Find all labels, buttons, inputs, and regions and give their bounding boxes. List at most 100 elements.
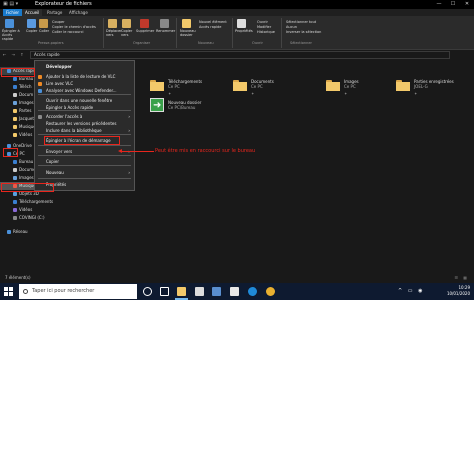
pin-quick-access-button[interactable]: Épingler à Accès rapide (2, 29, 24, 41)
vlc-icon (38, 82, 42, 86)
taskbar-search-input[interactable]: Taper ici pour rechercher (19, 284, 137, 299)
ribbon-tabs: Fichier Accueil Partage Affichage (0, 9, 474, 16)
rename-icon[interactable] (160, 19, 169, 28)
maximize-button[interactable]: ☐ (446, 0, 460, 9)
highlight-this-pc (3, 148, 18, 157)
easy-access-button[interactable]: Accès rapide (199, 25, 221, 29)
context-menu-item[interactable]: Développer (35, 63, 134, 71)
nav-item[interactable]: COVINGI (C:) (0, 214, 45, 222)
nav-item[interactable]: Docume (0, 166, 38, 174)
pin-icon: ✦ (344, 91, 348, 96)
view-toggle[interactable]: ☰ ▦ (454, 272, 469, 283)
context-menu-item[interactable]: Nouveau › (35, 169, 134, 177)
quick-access-toolbar[interactable]: ▣ ▤ ▾ (3, 0, 18, 9)
history-button[interactable]: Historique (257, 30, 275, 34)
folder-icon (13, 85, 17, 89)
move-to-icon[interactable] (108, 19, 117, 28)
task-view-icon[interactable] (160, 287, 169, 296)
nav-item[interactable]: Docum (0, 91, 38, 99)
nav-item-label: Bureau (19, 159, 34, 164)
rename-button[interactable]: Renommer (156, 29, 175, 33)
group-select: Sélectionner (290, 41, 312, 45)
system-tray-icons[interactable]: ^ ▭ ◉ (398, 288, 424, 294)
move-to-button[interactable]: Déplacer vers (106, 29, 122, 37)
search-placeholder: Taper ici pour rechercher (32, 288, 95, 294)
nav-item[interactable]: Images (0, 99, 38, 107)
tab-view[interactable]: Affichage (66, 9, 91, 16)
close-button[interactable]: ✕ (460, 0, 474, 9)
edge-icon[interactable] (248, 287, 257, 296)
copy-to-icon[interactable] (122, 19, 131, 28)
tab-share[interactable]: Partage (44, 9, 65, 16)
mail-icon[interactable] (230, 287, 239, 296)
file-location: Ce PC (251, 84, 263, 89)
nav-item[interactable]: Vidéos (0, 131, 38, 139)
folder-icon (13, 125, 17, 129)
copy-button[interactable]: Copier (26, 29, 37, 33)
cortana-icon[interactable] (143, 287, 152, 296)
store-icon[interactable] (195, 287, 204, 296)
folder-icon (13, 208, 17, 212)
shortcut-icon: ➜ (150, 98, 164, 112)
tab-file[interactable]: Fichier (3, 9, 23, 16)
defender-icon (38, 89, 42, 93)
nav-item[interactable]: Jacquette (0, 115, 38, 123)
file-item[interactable]: Parties enregistrées JOEL-G ✦ (396, 77, 474, 107)
address-path[interactable]: Accès rapide (34, 50, 60, 60)
paste-button[interactable]: Coller (39, 29, 49, 33)
ribbon-divider (176, 18, 177, 48)
minimize-button[interactable]: — (432, 0, 446, 9)
pin-icon[interactable] (5, 19, 14, 28)
file-item[interactable]: ➜ Nouveau dossier Ce PC\Bureau (150, 98, 230, 128)
annotation-arrowhead (118, 149, 122, 153)
delete-button[interactable]: Supprimer (136, 29, 154, 33)
file-item[interactable]: Documents Ce PC ✦ (233, 77, 313, 107)
open-button[interactable]: Ouvrir (257, 20, 268, 24)
file-item[interactable]: Images Ce PC ✦ (326, 77, 406, 107)
nav-item[interactable]: Bureau (0, 158, 38, 166)
context-menu-label: Envoyer vers (46, 149, 73, 154)
tab-home[interactable]: Accueil (22, 9, 43, 16)
nav-item[interactable]: Réseau (0, 228, 38, 236)
file-location: Ce PC (344, 84, 356, 89)
copy-path-button[interactable]: Copier le chemin d'accès (52, 25, 96, 29)
invert-selection-button[interactable]: Inverser la sélection (286, 30, 321, 34)
nav-item[interactable]: Musique (0, 123, 38, 131)
nav-item[interactable]: Téléch (0, 83, 38, 91)
select-all-button[interactable]: Sélectionner tout (286, 20, 316, 24)
file-location: JOEL-G (414, 84, 428, 89)
new-item-button[interactable]: Nouvel élément (199, 20, 227, 24)
cut-button[interactable]: Couper (52, 20, 65, 24)
nav-item[interactable]: Téléchargements (0, 198, 53, 206)
menu-separator (38, 178, 131, 179)
new-folder-button[interactable]: Nouveau dossier (180, 29, 196, 37)
copy-icon[interactable] (27, 19, 36, 28)
windows-start-icon[interactable] (4, 287, 13, 296)
copy-to-button[interactable]: Copier vers (121, 29, 135, 37)
paste-shortcut-button[interactable]: Coller le raccourci (52, 30, 84, 34)
properties-button[interactable]: Propriétés (235, 29, 253, 33)
address-field[interactable] (30, 51, 450, 59)
nav-item[interactable]: Images (0, 174, 38, 182)
nav-item[interactable]: Vidéos (0, 206, 38, 214)
title-bar: ▣ ▤ ▾ Explorateur de fichiers — ☐ ✕ (0, 0, 474, 9)
nav-arrows[interactable]: ← → ↑ (3, 50, 26, 60)
menu-separator (38, 155, 131, 156)
paste-icon[interactable] (39, 19, 48, 28)
chrome-icon[interactable] (266, 287, 275, 296)
edit-button[interactable]: Modifier (257, 25, 271, 29)
new-folder-icon[interactable] (182, 19, 191, 28)
clock[interactable]: 10:29 10/01/2020 (447, 285, 470, 297)
select-none-button[interactable]: Aucun (286, 25, 297, 29)
context-menu: Développer Ajouter à la liste de lecture … (34, 60, 135, 191)
nav-item[interactable]: Partes (0, 107, 38, 115)
file-explorer-taskbar-icon[interactable] (177, 287, 186, 296)
clock-date: 10/01/2020 (446, 291, 470, 296)
folder-icon (13, 200, 17, 204)
properties-icon[interactable] (237, 19, 246, 28)
item-count: 7 élément(s) (5, 275, 31, 280)
word-icon[interactable] (212, 287, 221, 296)
context-menu-label: Développer (46, 64, 72, 69)
nav-item-label: Vidéos (19, 132, 33, 137)
delete-icon[interactable] (140, 19, 149, 28)
